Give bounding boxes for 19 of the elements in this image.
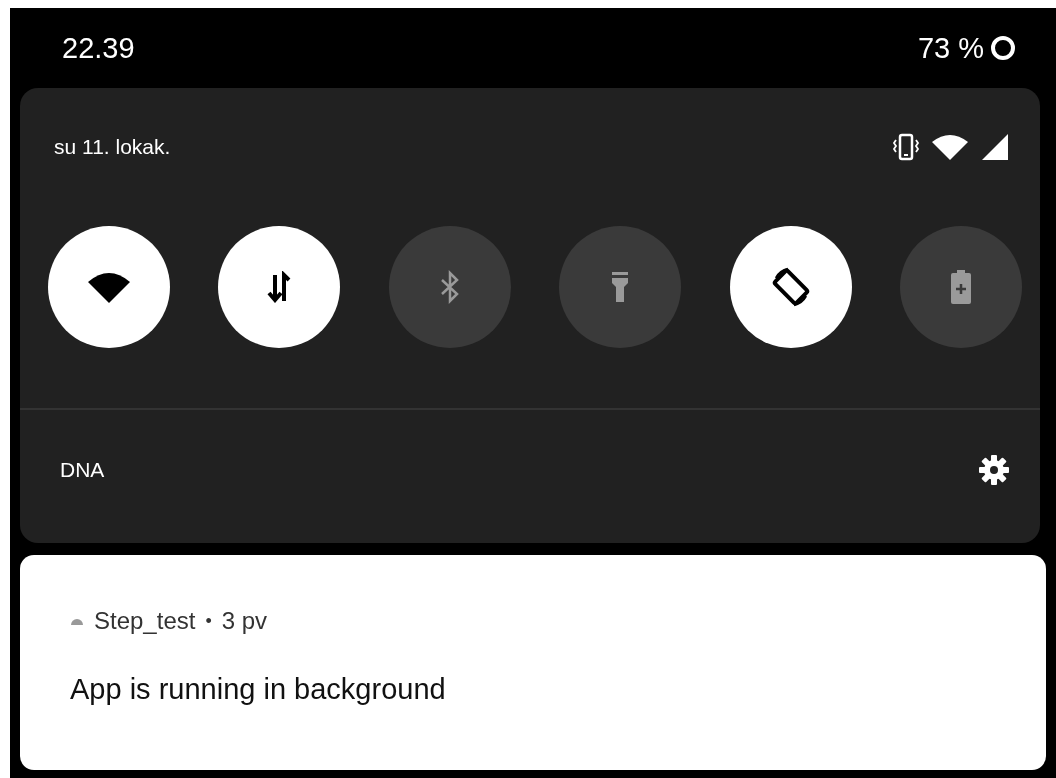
battery-plus-icon: [949, 269, 972, 305]
separator-dot: •: [205, 610, 212, 632]
notification-title: App is running in background: [70, 673, 447, 706]
signal-icon: [980, 132, 1010, 162]
notification-card[interactable]: Step_test • 3 pv App is running in background: [20, 555, 1046, 770]
battery-percentage: 73 %: [917, 31, 984, 65]
android-app-icon: [70, 616, 84, 626]
vibrate-icon: [892, 132, 920, 162]
clock-time: 22.39: [62, 31, 135, 65]
settings-icon[interactable]: [978, 454, 1010, 486]
wifi-icon: [86, 270, 132, 304]
app-name: Step_test: [94, 607, 196, 635]
notification-time: 3 pv: [221, 607, 268, 635]
battery-ring-icon: [990, 35, 1016, 61]
flashlight-icon: [610, 270, 631, 304]
date-label: su 11. lokak.: [54, 135, 171, 159]
network-name: DNA: [60, 458, 105, 482]
wifi-icon: [930, 132, 970, 162]
arrows-icon: [267, 271, 292, 303]
